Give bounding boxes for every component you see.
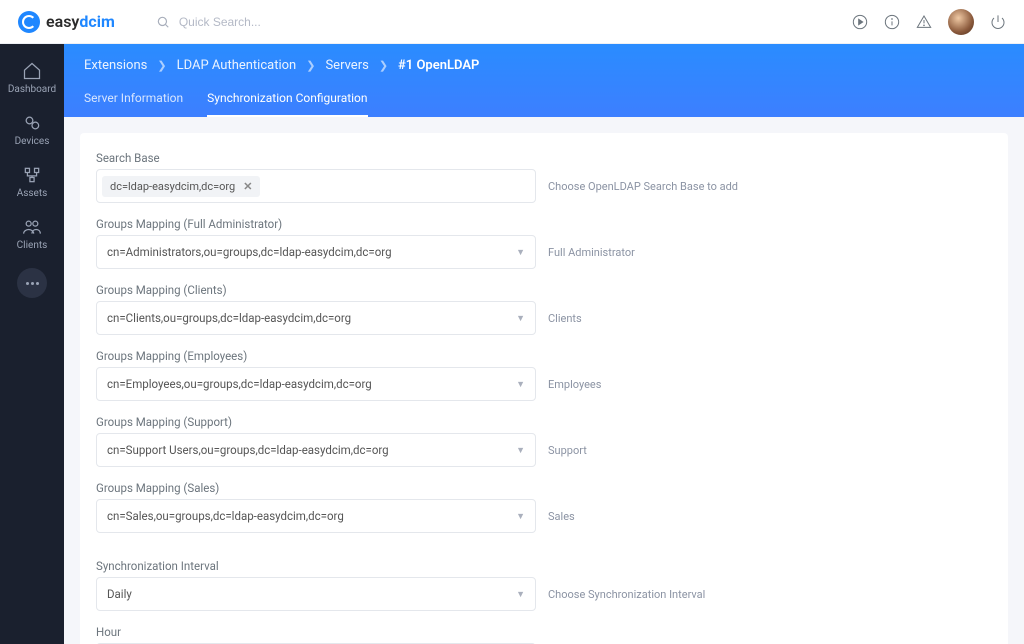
logo-easy: easy [46, 12, 79, 31]
gear-icon [22, 113, 42, 133]
sidebar-item-label: Dashboard [8, 84, 56, 95]
form-card: Search Base dc=ldap-easydcim,dc=org ✕ Ch… [80, 133, 1008, 644]
tab-sync-configuration[interactable]: Synchronization Configuration [207, 91, 367, 117]
sidebar-item-label: Assets [17, 188, 48, 199]
dot-icon [36, 282, 39, 285]
topbar-right [852, 9, 1006, 35]
breadcrumb-current: #1 OpenLDAP [398, 58, 479, 73]
hour-label: Hour [96, 625, 992, 639]
sidebar-item-dashboard[interactable]: Dashboard [0, 54, 64, 102]
chevron-down-icon: ▼ [516, 589, 525, 600]
interval-help: Choose Synchronization Interval [548, 588, 705, 601]
gm-clients-label: Groups Mapping (Clients) [96, 283, 992, 297]
gm-clients-help: Clients [548, 312, 582, 325]
chevron-down-icon: ▼ [516, 379, 525, 390]
select-value: cn=Employees,ou=groups,dc=ldap-easydcim,… [107, 377, 372, 391]
logo-mark-icon [18, 11, 40, 33]
play-icon[interactable] [852, 14, 868, 30]
gm-sales-help: Sales [548, 510, 575, 523]
select-value: Daily [107, 587, 132, 601]
breadcrumb-link[interactable]: LDAP Authentication [177, 58, 297, 73]
gm-support-label: Groups Mapping (Support) [96, 415, 992, 429]
interval-select[interactable]: Daily ▼ [96, 577, 536, 611]
gm-sales-select[interactable]: cn=Sales,ou=groups,dc=ldap-easydcim,dc=o… [96, 499, 536, 533]
gm-clients-select[interactable]: cn=Clients,ou=groups,dc=ldap-easydcim,dc… [96, 301, 536, 335]
gm-support-select[interactable]: cn=Support Users,ou=groups,dc=ldap-easyd… [96, 433, 536, 467]
gm-admin-help: Full Administrator [548, 246, 635, 259]
sidebar: Dashboard Devices Assets Clients [0, 44, 64, 644]
search-input[interactable] [179, 15, 379, 29]
search-base-tag: dc=ldap-easydcim,dc=org ✕ [102, 176, 260, 197]
gm-admin-select[interactable]: cn=Administrators,ou=groups,dc=ldap-easy… [96, 235, 536, 269]
chevron-down-icon: ▼ [516, 247, 525, 258]
tag-text: dc=ldap-easydcim,dc=org [110, 180, 235, 193]
dot-icon [26, 282, 29, 285]
search-icon[interactable] [155, 14, 171, 30]
chevron-down-icon: ▼ [516, 511, 525, 522]
dot-icon [31, 282, 34, 285]
gm-admin-label: Groups Mapping (Full Administrator) [96, 217, 992, 231]
chevron-down-icon: ▼ [516, 313, 525, 324]
sidebar-item-devices[interactable]: Devices [0, 106, 64, 154]
search-wrap [155, 14, 379, 30]
content: Search Base dc=ldap-easydcim,dc=org ✕ Ch… [64, 117, 1024, 644]
breadcrumb: Extensions ❯ LDAP Authentication ❯ Serve… [84, 58, 1004, 73]
avatar[interactable] [948, 9, 974, 35]
breadcrumb-link[interactable]: Servers [325, 58, 368, 73]
chevron-right-icon: ❯ [306, 59, 315, 72]
select-value: cn=Sales,ou=groups,dc=ldap-easydcim,dc=o… [107, 509, 344, 523]
select-value: cn=Administrators,ou=groups,dc=ldap-easy… [107, 245, 392, 259]
main: Extensions ❯ LDAP Authentication ❯ Serve… [64, 44, 1024, 644]
warning-icon[interactable] [916, 14, 932, 30]
gm-sales-label: Groups Mapping (Sales) [96, 481, 992, 495]
sidebar-item-assets[interactable]: Assets [0, 158, 64, 206]
select-value: cn=Clients,ou=groups,dc=ldap-easydcim,dc… [107, 311, 351, 325]
nodes-icon [22, 165, 42, 185]
search-base-input[interactable]: dc=ldap-easydcim,dc=org ✕ [96, 169, 536, 203]
breadcrumb-link[interactable]: Extensions [84, 58, 147, 73]
logo[interactable]: easydcim [18, 11, 115, 33]
tab-server-information[interactable]: Server Information [84, 91, 183, 117]
logo-text: easydcim [46, 12, 115, 31]
more-button[interactable] [17, 268, 47, 298]
chevron-right-icon: ❯ [157, 59, 166, 72]
info-icon[interactable] [884, 14, 900, 30]
power-icon[interactable] [990, 14, 1006, 30]
chevron-down-icon: ▼ [516, 445, 525, 456]
search-base-label: Search Base [96, 151, 992, 165]
subtabs: Server Information Synchronization Confi… [84, 91, 1004, 117]
sidebar-item-label: Devices [15, 136, 50, 147]
search-base-help: Choose OpenLDAP Search Base to add [548, 180, 738, 193]
gm-employees-label: Groups Mapping (Employees) [96, 349, 992, 363]
logo-dcim: dcim [79, 12, 114, 31]
sidebar-item-clients[interactable]: Clients [0, 210, 64, 258]
tag-remove-icon[interactable]: ✕ [243, 180, 252, 193]
interval-label: Synchronization Interval [96, 559, 992, 573]
sidebar-item-label: Clients [17, 240, 48, 251]
topbar: easydcim [0, 0, 1024, 44]
select-value: cn=Support Users,ou=groups,dc=ldap-easyd… [107, 443, 389, 457]
home-icon [22, 61, 42, 81]
gm-support-help: Support [548, 444, 587, 457]
chevron-right-icon: ❯ [379, 59, 388, 72]
page-header: Extensions ❯ LDAP Authentication ❯ Serve… [64, 44, 1024, 117]
people-icon [22, 217, 42, 237]
gm-employees-help: Employees [548, 378, 601, 391]
gm-employees-select[interactable]: cn=Employees,ou=groups,dc=ldap-easydcim,… [96, 367, 536, 401]
